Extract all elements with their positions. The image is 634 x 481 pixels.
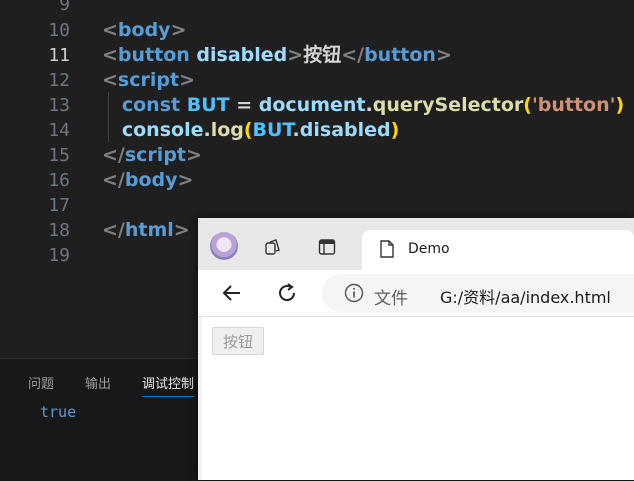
line-number: 14 [48, 120, 70, 141]
token-tag: html [124, 219, 174, 241]
token-punct: > [186, 144, 202, 166]
page-viewport: 按钮 [202, 317, 634, 480]
browser-window: Demo 文件 G:/资料/aa/index.html 按钮 [198, 218, 634, 480]
code-line-15: </script> [102, 143, 202, 168]
back-arrow-icon[interactable] [220, 281, 244, 305]
token-attr: disabled [196, 44, 288, 66]
token-bracket: ) [615, 94, 625, 116]
token-tag: body [117, 19, 171, 41]
code-line-14: console.log(BUT.disabled) [102, 118, 399, 143]
avatar[interactable] [210, 232, 238, 260]
token-punct: > [173, 219, 190, 241]
token-var: console [121, 119, 204, 141]
code-line-16: </body> [102, 168, 193, 193]
tab-output[interactable]: 输出 [85, 373, 111, 392]
line-number: 13 [48, 95, 70, 116]
token-punct: > [435, 44, 452, 66]
line-number: 18 [48, 220, 70, 241]
token-tag: script [124, 144, 186, 166]
collections-icon[interactable] [264, 238, 282, 256]
token-text: 按钮 [303, 44, 342, 66]
token-tag: button [364, 44, 436, 66]
refresh-icon[interactable] [275, 281, 299, 305]
page-icon [380, 240, 394, 258]
token-bracket: ) [390, 119, 400, 141]
token-punct: < [102, 44, 118, 66]
code-line-13: const BUT = document.querySelector('butt… [102, 93, 624, 118]
info-icon[interactable] [344, 283, 364, 303]
tab-demo[interactable]: Demo [362, 230, 634, 270]
tab-debug-console[interactable]: 调试控制 [142, 373, 195, 397]
token-string: 'button' [531, 94, 616, 116]
token-tag: script [117, 69, 180, 91]
vertical-tabs-icon[interactable] [318, 238, 336, 256]
token-const: BUT [252, 119, 293, 141]
token-punct: > [179, 69, 195, 91]
token-operator: = [236, 94, 253, 116]
tab-strip: Demo [198, 218, 634, 270]
token-const: BUT [186, 94, 230, 116]
token-punct: < [102, 19, 118, 41]
token-dot: . [203, 119, 211, 141]
address-bar[interactable]: 文件 G:/资料/aa/index.html [322, 274, 634, 312]
code-line-18: </html> [102, 218, 190, 243]
code-line-10: <body> [102, 18, 186, 43]
address-label: 文件 [374, 289, 408, 309]
browser-toolbar: 文件 G:/资料/aa/index.html [198, 270, 634, 317]
token-var: disabled [299, 119, 391, 141]
line-number: 16 [48, 170, 70, 191]
tab-problems[interactable]: 问题 [28, 373, 54, 392]
token-dot: . [292, 119, 300, 141]
line-number: 17 [48, 195, 70, 216]
token-tag: button [117, 44, 190, 66]
token-bracket: ( [523, 94, 532, 116]
token-punct: </ [102, 144, 125, 166]
line-number: 19 [48, 245, 70, 266]
line-number: 10 [48, 20, 70, 41]
token-keyword: const [121, 94, 181, 116]
token-punct: > [177, 169, 194, 191]
token-punct: > [170, 19, 187, 41]
line-number-active: 11 [48, 45, 70, 66]
line-number: 15 [48, 145, 70, 166]
disabled-page-button[interactable]: 按钮 [212, 327, 264, 355]
token-function: log [210, 119, 244, 141]
token-punct: </ [102, 219, 125, 241]
token-dot: . [365, 94, 373, 116]
console-output: true [40, 403, 77, 421]
token-punct: </ [341, 44, 365, 66]
code-line-11: <button disabled>按钮</button> [102, 43, 452, 68]
token-punct: < [102, 69, 118, 91]
token-punct: > [287, 44, 304, 66]
line-number: 12 [48, 70, 70, 91]
token-bracket: ( [243, 119, 253, 141]
token-var: document [258, 94, 366, 116]
tab-title: Demo [408, 241, 450, 257]
token-tag: body [124, 169, 178, 191]
line-number: 9 [59, 0, 70, 15]
token-punct: </ [102, 169, 125, 191]
code-line-12: <script> [102, 68, 195, 93]
token-function: querySelector [372, 94, 524, 116]
address-url[interactable]: G:/资料/aa/index.html [440, 284, 611, 308]
